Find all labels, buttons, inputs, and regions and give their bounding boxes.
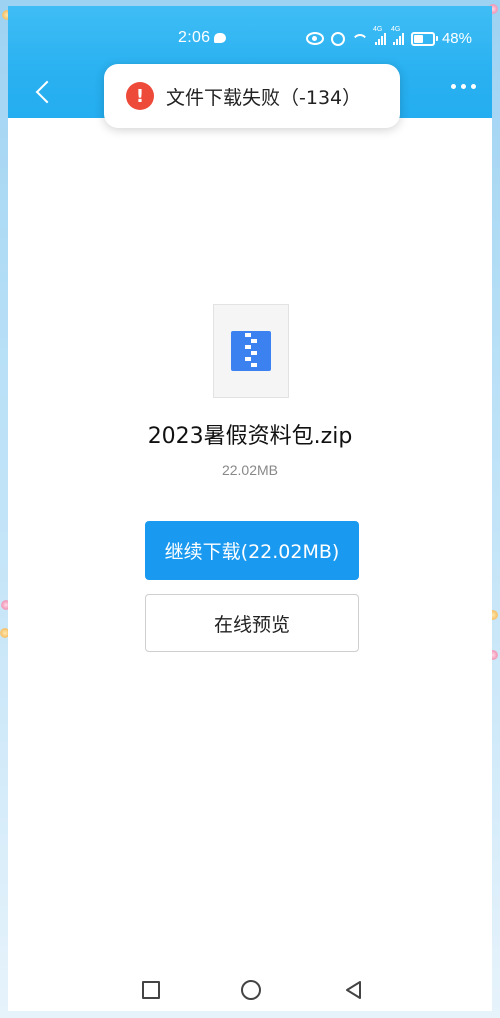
- battery-icon: [410, 31, 438, 46]
- phone-screen: 2:06 4G 4G 48% ! 文件下载失败（-134） 2023暑假资料包.…: [8, 6, 492, 1011]
- back-button[interactable]: [32, 76, 54, 108]
- alarm-icon: [330, 31, 345, 46]
- status-icons: 4G 4G 48%: [305, 26, 472, 47]
- wifi-icon: [352, 32, 368, 46]
- chat-icon: [214, 33, 226, 43]
- file-icon-container: [213, 304, 289, 398]
- toast-message: 文件下载失败（-134）: [166, 86, 362, 109]
- eye-icon: [305, 32, 324, 45]
- system-nav-bar: [8, 975, 492, 1011]
- more-options-button[interactable]: [451, 84, 476, 89]
- square-icon[interactable]: [142, 981, 160, 999]
- online-preview-button[interactable]: 在线预览: [145, 594, 359, 652]
- network-tag: 4G: [372, 25, 383, 33]
- zip-file-icon: [231, 331, 271, 371]
- status-time: 2:06: [178, 29, 211, 46]
- file-size: 22.02MB: [221, 462, 279, 478]
- status-bar: 2:06 4G 4G 48%: [8, 26, 492, 52]
- network-tag: 4G: [390, 25, 401, 33]
- more-dots-icon: [451, 84, 456, 89]
- battery-percent: 48%: [441, 30, 472, 47]
- triangle-back-icon[interactable]: [344, 980, 364, 1000]
- continue-download-button[interactable]: 继续下载(22.02MB): [145, 521, 359, 580]
- circle-icon[interactable]: [241, 980, 261, 1000]
- signal-icon: 4G: [373, 26, 386, 45]
- file-name: 2023暑假资料包.zip: [147, 424, 353, 449]
- signal-icon: 4G: [391, 26, 404, 45]
- download-failed-toast: ! 文件下载失败（-134）: [104, 64, 400, 128]
- error-icon: !: [126, 82, 154, 110]
